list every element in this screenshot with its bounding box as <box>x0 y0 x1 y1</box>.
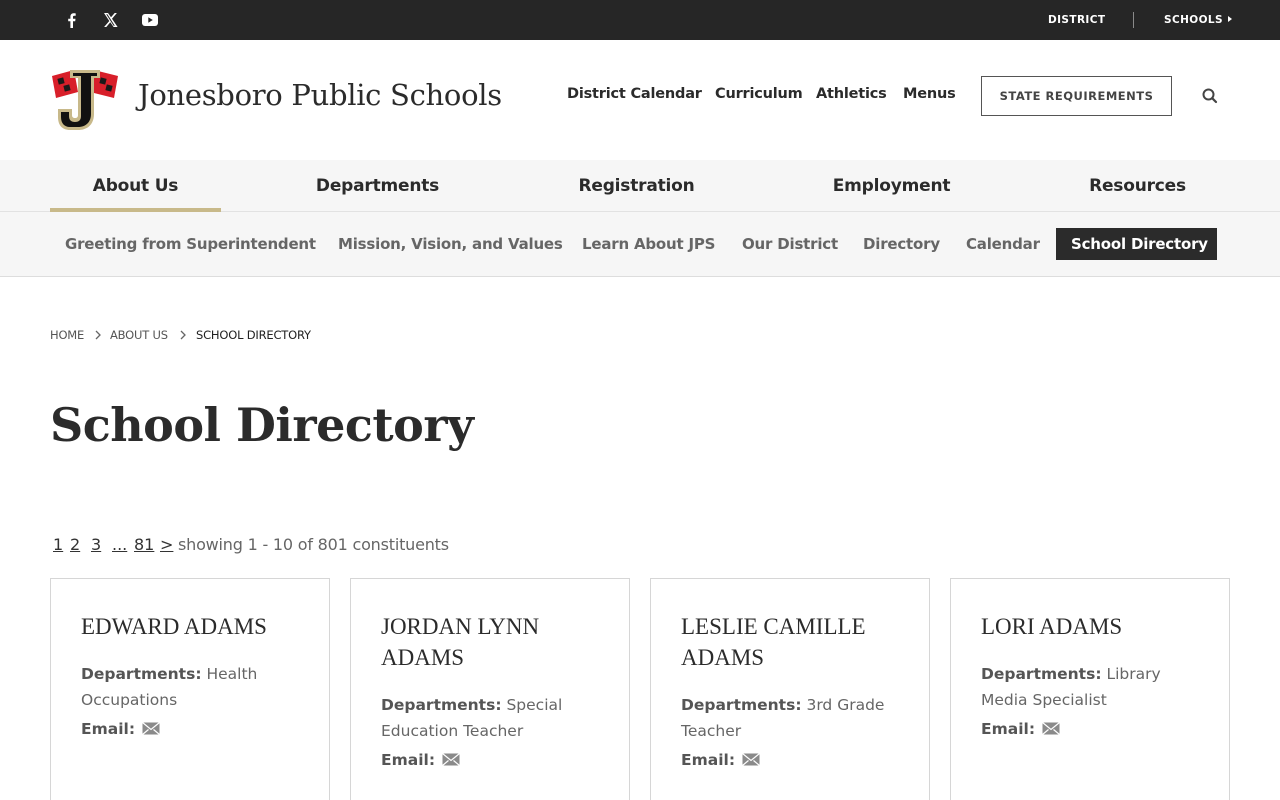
department-label: Departments: <box>981 665 1102 683</box>
nav-departments[interactable]: Departments <box>292 160 463 212</box>
subnav-directory[interactable]: Directory <box>863 228 940 260</box>
quick-link-curriculum[interactable]: Curriculum <box>715 86 803 102</box>
state-requirements-button[interactable]: STATE REQUIREMENTS <box>981 76 1172 116</box>
youtube-icon[interactable] <box>138 0 162 40</box>
caret-right-icon <box>1227 16 1232 22</box>
department-info: Departments: 3rd Grade Teacher <box>681 692 911 744</box>
person-name: EDWARD ADAMS <box>81 614 267 639</box>
person-name: LESLIE CAMILLE ADAMS <box>681 614 866 670</box>
page-title: School Directory <box>50 398 474 452</box>
email-row: Email: <box>681 751 761 770</box>
page-link-ellipsis[interactable]: ... <box>112 535 127 554</box>
person-name: JORDAN LYNN ADAMS <box>381 614 540 670</box>
x-icon[interactable] <box>98 0 122 40</box>
quick-link-athletics[interactable]: Athletics <box>816 86 887 102</box>
email-row: Email: <box>381 751 461 770</box>
page-link-3[interactable]: 3 <box>91 535 101 554</box>
directory-card: EDWARD ADAMS Departments: Health Occupat… <box>50 578 330 800</box>
site-name[interactable]: Jonesboro Public Schools <box>138 78 502 112</box>
subnav-mission[interactable]: Mission, Vision, and Values <box>338 228 563 260</box>
department-label: Departments: <box>681 696 802 714</box>
email-row: Email: <box>981 720 1061 739</box>
page-next-link[interactable]: > <box>160 535 173 554</box>
chevron-right-icon <box>180 330 186 340</box>
quick-link-menus[interactable]: Menus <box>903 86 956 102</box>
subnav-learn-about[interactable]: Learn About JPS <box>582 228 715 260</box>
divider <box>1133 12 1134 28</box>
district-link[interactable]: DISTRICT <box>1048 0 1105 40</box>
subnav-greeting[interactable]: Greeting from Superintendent <box>65 228 316 260</box>
breadcrumb-current: SCHOOL DIRECTORY <box>196 328 311 342</box>
chevron-right-icon <box>95 330 101 340</box>
department-info: Departments: Health Occupations <box>81 661 311 713</box>
search-icon <box>1202 88 1218 104</box>
results-summary: showing 1 - 10 of 801 constituents <box>178 535 449 554</box>
envelope-icon[interactable] <box>1042 721 1061 739</box>
utility-bar: DISTRICT SCHOOLS <box>0 0 1280 40</box>
email-row: Email: <box>81 720 161 739</box>
sub-nav: Greeting from Superintendent Mission, Vi… <box>0 212 1280 277</box>
quick-link-district-calendar[interactable]: District Calendar <box>567 86 702 102</box>
email-label: Email: <box>381 751 436 769</box>
envelope-icon[interactable] <box>742 752 761 770</box>
department-label: Departments: <box>81 665 202 683</box>
nav-about-us[interactable]: About Us <box>50 160 221 212</box>
envelope-icon[interactable] <box>142 721 161 739</box>
department-label: Departments: <box>381 696 502 714</box>
breadcrumb-about-us[interactable]: ABOUT US <box>110 328 168 342</box>
directory-card: LESLIE CAMILLE ADAMS Departments: 3rd Gr… <box>650 578 930 800</box>
main-nav: About Us Departments Registration Employ… <box>0 160 1280 212</box>
directory-card: LORI ADAMS Departments: Library Media Sp… <box>950 578 1230 800</box>
schools-dropdown[interactable]: SCHOOLS <box>1164 0 1232 40</box>
subnav-school-directory[interactable]: School Directory <box>1056 228 1217 260</box>
email-label: Email: <box>81 720 136 738</box>
schools-label: SCHOOLS <box>1164 14 1223 26</box>
page-link-1[interactable]: 1 <box>53 535 63 554</box>
subnav-calendar[interactable]: Calendar <box>966 228 1040 260</box>
person-name: LORI ADAMS <box>981 614 1123 639</box>
envelope-icon[interactable] <box>442 752 461 770</box>
nav-employment[interactable]: Employment <box>806 160 977 212</box>
department-info: Departments: Library Media Specialist <box>981 661 1211 713</box>
page-link-2[interactable]: 2 <box>70 535 80 554</box>
subnav-our-district[interactable]: Our District <box>742 228 838 260</box>
directory-card: JORDAN LYNN ADAMS Departments: Special E… <box>350 578 630 800</box>
nav-registration[interactable]: Registration <box>551 160 722 212</box>
nav-resources[interactable]: Resources <box>1052 160 1223 212</box>
breadcrumb-home[interactable]: HOME <box>50 328 84 342</box>
page-link-last[interactable]: 81 <box>134 535 154 554</box>
email-label: Email: <box>981 720 1036 738</box>
search-button[interactable] <box>1200 86 1220 106</box>
school-logo[interactable] <box>50 68 120 132</box>
facebook-icon[interactable] <box>59 0 83 40</box>
department-info: Departments: Special Education Teacher <box>381 692 611 744</box>
email-label: Email: <box>681 751 736 769</box>
